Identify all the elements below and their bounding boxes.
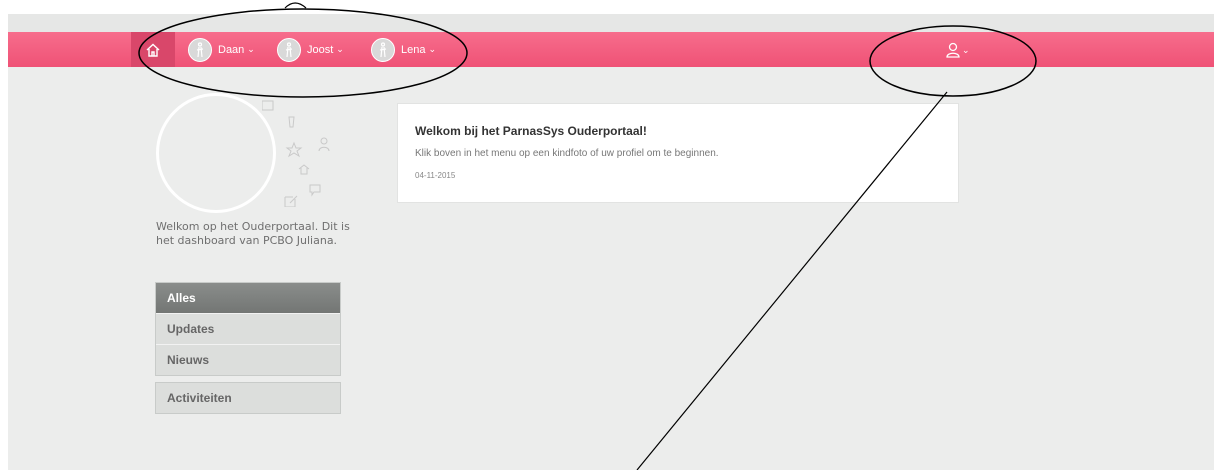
profile-photo-circle xyxy=(156,93,276,213)
browser-top-strip xyxy=(8,14,1214,32)
annotation-mark xyxy=(284,2,307,9)
edit-icon xyxy=(284,195,298,207)
menu-item-nieuws[interactable]: Nieuws xyxy=(156,344,340,375)
pen-icon xyxy=(288,116,295,128)
child-name: Lena xyxy=(401,43,426,56)
card-subtitle: Klik boven in het menu op een kindfoto o… xyxy=(415,148,719,159)
briefcase-icon xyxy=(262,100,274,111)
star-icon xyxy=(285,141,303,158)
avatar xyxy=(277,37,301,62)
welcome-text: Welkom op het Ouderportaal. Dit is het d… xyxy=(156,220,350,247)
avatar xyxy=(371,37,395,62)
main-content: Welkom op het Ouderportaal. Dit is het d… xyxy=(8,67,1214,470)
chat-icon xyxy=(309,184,321,197)
user-icon xyxy=(946,42,960,58)
user-outline-icon xyxy=(320,137,328,145)
menu-item-updates[interactable]: Updates xyxy=(156,313,340,344)
menu-item-alles[interactable]: Alles xyxy=(156,283,340,313)
child-name: Daan xyxy=(218,43,245,56)
home-outline-icon xyxy=(298,164,310,175)
child-name: Joost xyxy=(307,43,334,56)
child-menu-daan[interactable]: Daan ⌄ xyxy=(188,32,255,67)
welcome-card: Welkom bij het ParnasSys Ouderportaal! K… xyxy=(397,103,959,203)
filter-menu: Alles Updates Nieuws xyxy=(155,282,341,376)
profile-menu[interactable]: ⌄ xyxy=(946,39,970,61)
chevron-down-icon: ⌄ xyxy=(428,44,437,54)
top-navbar: Daan ⌄ Joost ⌄ Lena ⌄ ⌄ xyxy=(8,32,1214,67)
child-menu-joost[interactable]: Joost ⌄ xyxy=(277,32,344,67)
chevron-down-icon: ⌄ xyxy=(962,44,970,55)
card-date: 04-11-2015 xyxy=(415,171,456,180)
home-button[interactable] xyxy=(131,32,175,67)
card-title: Welkom bij het ParnasSys Ouderportaal! xyxy=(415,124,647,138)
menu-item-activiteiten[interactable]: Activiteiten xyxy=(156,383,340,413)
chevron-down-icon: ⌄ xyxy=(336,44,344,54)
decorative-icons xyxy=(262,100,330,207)
activities-menu: Activiteiten xyxy=(155,382,341,414)
child-menu-lena[interactable]: Lena ⌄ xyxy=(371,32,436,67)
home-icon xyxy=(146,43,160,57)
chevron-down-icon: ⌄ xyxy=(247,44,255,54)
avatar xyxy=(188,37,212,62)
